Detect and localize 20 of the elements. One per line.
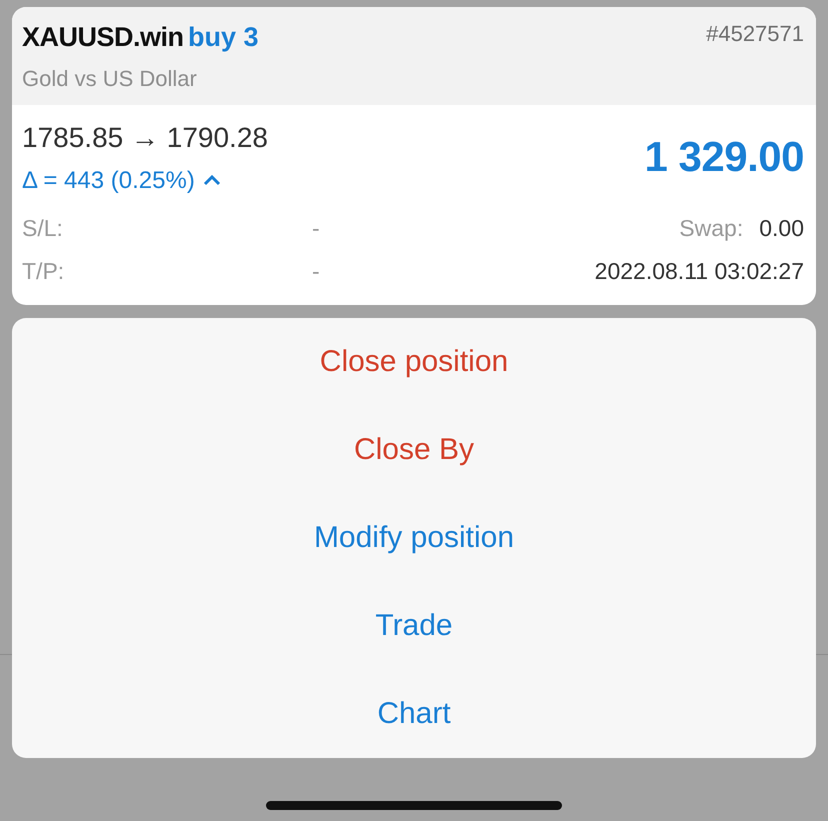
ticket-number: #4527571 bbox=[706, 20, 804, 48]
field-value: - bbox=[312, 214, 320, 243]
field-value: 2022.08.11 03:02:27 bbox=[594, 256, 804, 286]
field-value: - bbox=[312, 256, 320, 286]
side-label: buy 3 bbox=[188, 22, 258, 52]
field-value: 0.00 bbox=[759, 214, 804, 243]
field-label: Swap: bbox=[679, 214, 744, 243]
action-button[interactable]: Modify position bbox=[12, 494, 816, 582]
field-label: S/L: bbox=[22, 214, 63, 241]
action-button[interactable]: Trade bbox=[12, 582, 816, 670]
symbol-label: XAUUSD.win bbox=[22, 22, 184, 52]
symbol-description: Gold vs US Dollar bbox=[22, 64, 198, 92]
profit-value: 1 329.00 bbox=[644, 132, 804, 182]
field-label: T/P: bbox=[22, 258, 64, 284]
chevron-icon[interactable] bbox=[202, 174, 221, 186]
delta-value: Δ = 443 (0.25%) bbox=[22, 166, 195, 196]
price-change: 1785.85 → 1790.28 bbox=[22, 120, 268, 154]
action-button[interactable]: Chart bbox=[12, 670, 816, 758]
action-button[interactable]: Close position bbox=[12, 318, 816, 406]
action-button[interactable]: Close By bbox=[12, 406, 816, 494]
